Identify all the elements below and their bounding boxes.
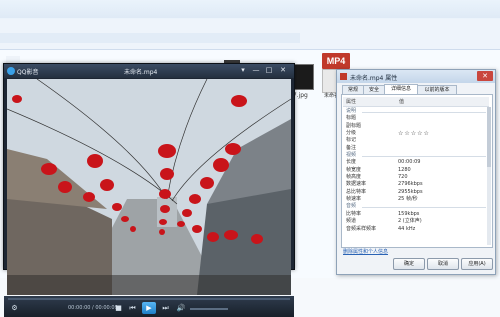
video-frame[interactable] — [7, 79, 291, 295]
property-name: 数据速率 — [346, 181, 367, 188]
remove-properties-link[interactable]: 删除属性和个人信息 — [343, 248, 388, 255]
qq-player-logo-icon — [7, 67, 15, 75]
explorer-toolbar — [0, 19, 500, 50]
menu-chevron-icon[interactable]: ▾ — [238, 66, 248, 75]
player-control-bar: ⚙ 00:00:00 / 00:00:09 ■ ⏮ ▶ ⏭ 🔊 — [4, 296, 294, 317]
minimize-button[interactable]: — — [251, 66, 261, 75]
details-row[interactable]: 副标题 — [344, 123, 488, 130]
details-table-header: 属性 值 — [343, 97, 489, 107]
property-name: 副标题 — [346, 122, 362, 129]
mp4-file-icon[interactable]: MP4 — [322, 53, 350, 69]
details-row[interactable]: 标记 — [344, 137, 488, 144]
column-property[interactable]: 属性 — [346, 98, 356, 105]
property-name: 比特率 — [346, 210, 362, 217]
player-title-bar[interactable]: QQ影音 未命名.mp4 ▾ — □ ✕ — [4, 64, 294, 78]
dialog-title-bar[interactable]: 未命名.mp4 属性 ✕ — [337, 70, 495, 83]
property-name: 分级 — [346, 130, 357, 137]
previous-button[interactable]: ⏮ — [127, 304, 138, 313]
play-button[interactable]: ▶ — [142, 302, 156, 314]
video-scene-image — [7, 79, 291, 295]
dialog-title: 未命名.mp4 属性 — [350, 75, 398, 82]
property-value: 25 帧/秒 — [398, 196, 418, 203]
property-name: 标题 — [346, 115, 357, 122]
property-name: 频道 — [346, 218, 357, 225]
details-row[interactable]: 长度 00:00:09 — [344, 159, 488, 166]
details-section-header: 音频 — [344, 203, 488, 210]
details-row[interactable]: 频道 2 (立体声) — [344, 218, 488, 225]
property-value: 1280 — [398, 166, 411, 173]
property-value: 159kbps — [398, 210, 420, 217]
scrollbar-thumb[interactable] — [487, 107, 491, 167]
playback-time: 00:00:00 / 00:00:09 — [68, 305, 118, 311]
property-value: 720 — [398, 174, 408, 181]
properties-dialog: 未命名.mp4 属性 ✕ 常规 安全 详细信息 以前的版本 属性 值 说明 标题副… — [336, 69, 496, 275]
property-value: 2796kbps — [398, 181, 423, 188]
ok-button[interactable]: 确定 — [393, 258, 425, 270]
video-player-window: QQ影音 未命名.mp4 ▾ — □ ✕ ⚙ 00:00:00 / 00:00:… — [3, 63, 295, 317]
details-panel: 属性 值 说明 标题 副标题 分级 ☆☆☆☆☆ 标记 备注 视频 长度 00:00:09 帧宽度 12… — [341, 94, 493, 248]
property-name: 音频采样频率 — [346, 225, 377, 232]
stop-button[interactable]: ■ — [114, 304, 123, 313]
property-name: 标记 — [346, 137, 357, 144]
next-button[interactable]: ⏭ — [160, 304, 171, 313]
rating-stars[interactable]: ☆☆☆☆☆ — [398, 130, 430, 137]
maximize-button[interactable]: □ — [264, 66, 274, 75]
details-rows: 说明 标题 副标题 分级 ☆☆☆☆☆ 标记 备注 视频 长度 00:00:09 帧宽度 1280 帧高度… — [344, 108, 488, 233]
details-row[interactable]: 备注 — [344, 145, 488, 152]
volume-slider[interactable] — [190, 308, 228, 310]
property-value: 2 (立体声) — [398, 218, 422, 225]
property-value: 2955kbps — [398, 188, 423, 195]
mp4-file-icon-small — [340, 73, 347, 80]
player-app-name: QQ影音 — [17, 69, 39, 76]
details-scrollbar[interactable] — [487, 107, 491, 245]
property-name: 音频 — [346, 203, 357, 210]
property-value: 00:00:09 — [398, 159, 421, 166]
dialog-close-button[interactable]: ✕ — [477, 71, 493, 81]
close-button[interactable]: ✕ — [278, 66, 288, 75]
details-row[interactable]: 数据速率 2796kbps — [344, 181, 488, 188]
volume-icon[interactable]: 🔊 — [176, 304, 186, 313]
property-name: 视频 — [346, 152, 357, 159]
details-row[interactable]: 标题 — [344, 115, 488, 122]
details-row[interactable]: 分级 ☆☆☆☆☆ — [344, 130, 488, 137]
cancel-button[interactable]: 取消 — [427, 258, 459, 270]
details-row[interactable]: 音频采样频率 44 kHz — [344, 226, 488, 233]
property-name: 长度 — [346, 159, 357, 166]
property-name: 备注 — [346, 144, 357, 151]
property-value: 44 kHz — [398, 225, 416, 232]
details-section-header: 说明 — [344, 108, 488, 115]
property-name: 帧宽度 — [346, 166, 362, 173]
apply-button[interactable]: 应用(A) — [461, 258, 493, 270]
player-file-name: 未命名.mp4 — [124, 69, 158, 76]
column-value[interactable]: 值 — [399, 98, 404, 105]
details-row[interactable]: 帧速率 25 帧/秒 — [344, 196, 488, 203]
details-section-header: 视频 — [344, 152, 488, 159]
property-name: 说明 — [346, 108, 357, 114]
settings-icon[interactable]: ⚙ — [10, 304, 19, 313]
property-name: 总比特率 — [346, 188, 367, 195]
seek-bar[interactable] — [8, 298, 290, 300]
details-row[interactable]: 帧宽度 1280 — [344, 167, 488, 174]
